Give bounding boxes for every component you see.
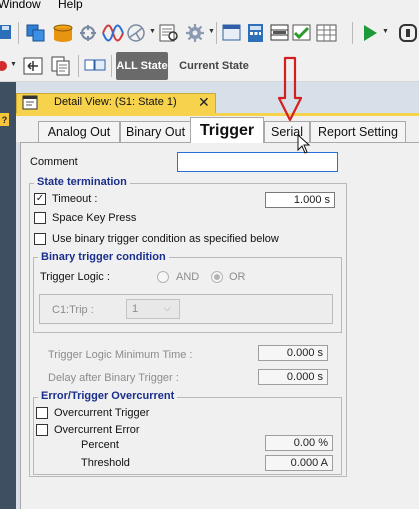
channel-value: 1 [132, 303, 139, 315]
database-icon[interactable] [52, 23, 74, 43]
mouse-cursor-icon [297, 133, 311, 154]
sequence-icon[interactable] [270, 23, 290, 43]
comment-label: Comment [30, 156, 78, 168]
or-radio [211, 271, 223, 283]
menu-window[interactable]: Window [0, 0, 41, 11]
chevron-down-icon[interactable]: ▼ [10, 61, 17, 68]
tab-trigger[interactable]: Trigger [190, 117, 264, 143]
and-radio [157, 271, 169, 283]
checkmark-icon: ✓ [35, 193, 45, 204]
timeout-label: Timeout : [52, 193, 98, 205]
channel-select: 1 ⌵ [126, 299, 180, 319]
delay-label: Delay after Binary Trigger : [48, 372, 179, 384]
toolbar-separator [18, 22, 19, 44]
space-key-checkbox[interactable] [34, 212, 46, 224]
toolbar-separator [111, 55, 112, 77]
calculator-icon[interactable] [246, 23, 266, 43]
overcurrent-error-label: Overcurrent Error [54, 424, 140, 436]
percent-label: Percent [81, 439, 119, 451]
comment-input[interactable] [177, 152, 338, 172]
waveform-icon[interactable] [102, 23, 124, 43]
overcurrent-error-checkbox[interactable] [36, 424, 48, 436]
annotation-arrow-icon [277, 56, 303, 122]
split-view-icon[interactable] [84, 56, 106, 76]
copy-state-icon[interactable] [50, 56, 72, 76]
channel-label: C1:Trip : [52, 304, 94, 316]
copy-window-icon[interactable] [26, 23, 46, 43]
play-icon[interactable] [362, 24, 378, 42]
record-icon[interactable] [0, 60, 8, 72]
trigger-logic-label: Trigger Logic : [40, 271, 110, 283]
save-icon[interactable] [0, 24, 12, 40]
threshold-label: Threshold [81, 457, 130, 469]
tab-binary-out[interactable]: Binary Out [120, 121, 192, 142]
help-marker-icon[interactable]: ? [0, 113, 9, 126]
binary-trigger-checkbox[interactable] [34, 233, 46, 245]
toolbar-separator [78, 55, 79, 77]
settings-icon[interactable] [184, 23, 206, 43]
table-view-icon[interactable] [316, 23, 338, 43]
toolbar-separator [216, 22, 217, 44]
chevron-down-icon: ⌵ [164, 303, 171, 313]
or-label: OR [229, 271, 246, 283]
signal-tool-icon[interactable] [78, 23, 98, 43]
percent-field: 0.00 % [265, 435, 333, 451]
overcurrent-trigger-label: Overcurrent Trigger [54, 407, 150, 419]
menu-bar: Window Help [0, 0, 419, 14]
detail-view-icon[interactable] [222, 23, 242, 43]
min-time-field: 0.000 s [258, 345, 328, 361]
menu-help[interactable]: Help [58, 0, 83, 11]
all-state-button[interactable]: ALL State [116, 52, 168, 80]
close-icon[interactable]: ✕ [198, 94, 210, 111]
main-toolbar: ▼ ▼ ▼ [0, 14, 419, 50]
tab-analog-out[interactable]: Analog Out [38, 121, 120, 142]
stop-icon[interactable] [398, 23, 419, 43]
space-key-label: Space Key Press [52, 212, 137, 224]
min-time-label: Trigger Logic Minimum Time : [48, 349, 193, 361]
detail-view-icon [22, 95, 38, 110]
state-termination-title: State termination [34, 176, 130, 188]
delay-field: 0.000 s [258, 369, 328, 385]
overcurrent-title: Error/Trigger Overcurrent [38, 390, 178, 402]
phasor-icon[interactable] [126, 23, 146, 43]
current-state-button[interactable]: Current State [174, 52, 254, 80]
detail-view-title: Detail View: (S1: State 1) [54, 96, 177, 108]
insert-state-icon[interactable] [22, 56, 44, 76]
report-search-icon[interactable] [158, 23, 180, 43]
binary-trigger-title: Binary trigger condition [38, 251, 169, 263]
timeout-field[interactable]: 1.000 s [265, 192, 335, 208]
tab-report-setting[interactable]: Report Setting [310, 121, 406, 142]
chevron-down-icon[interactable]: ▼ [208, 28, 215, 35]
chevron-down-icon[interactable]: ▼ [382, 28, 389, 35]
assessment-check-icon[interactable] [292, 23, 312, 43]
left-dock-strip [0, 82, 16, 509]
and-label: AND [176, 271, 200, 283]
overcurrent-trigger-checkbox[interactable] [36, 407, 48, 419]
threshold-field: 0.000 A [265, 455, 333, 471]
toolbar-separator [352, 22, 353, 44]
binary-trigger-label: Use binary trigger condition as specifie… [52, 233, 279, 245]
timeout-checkbox[interactable]: ✓ [34, 193, 46, 205]
chevron-down-icon[interactable]: ▼ [149, 28, 156, 35]
